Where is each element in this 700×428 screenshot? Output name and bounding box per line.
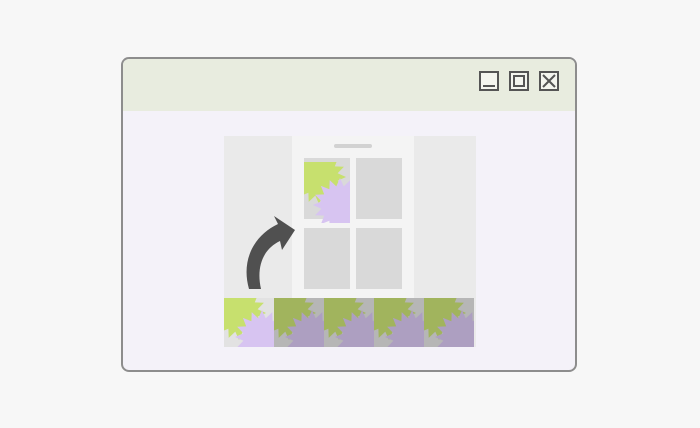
- thumbnail-dim-overlay: [324, 298, 374, 347]
- illustration: [224, 136, 476, 347]
- phone-notch: [334, 144, 372, 148]
- thumbnail-dim-overlay: [424, 298, 474, 347]
- window-content: [123, 111, 575, 370]
- maximize-button[interactable]: [509, 71, 529, 91]
- thumbnail-dim-overlay: [274, 298, 324, 347]
- thumbnail-dim-overlay: [374, 298, 424, 347]
- minimize-button[interactable]: [479, 71, 499, 91]
- grid-slot[interactable]: [356, 228, 402, 289]
- grid-slot[interactable]: [356, 158, 402, 219]
- title-bar: [123, 59, 575, 111]
- close-icon: [542, 74, 556, 88]
- close-button[interactable]: [539, 71, 559, 91]
- grid-slot[interactable]: [304, 228, 350, 289]
- app-window: [121, 57, 577, 372]
